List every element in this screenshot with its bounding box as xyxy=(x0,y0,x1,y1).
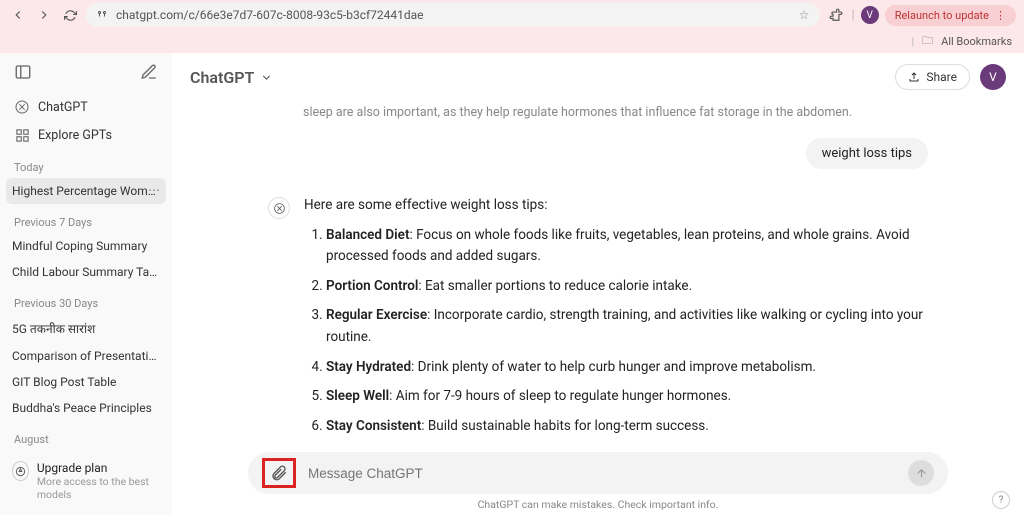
separator: | xyxy=(911,35,914,48)
sidebar-section-label: August xyxy=(0,421,172,450)
model-selector[interactable]: ChatGPT xyxy=(190,68,273,87)
extensions-icon[interactable] xyxy=(826,5,846,25)
url-bar[interactable]: chatgpt.com/c/66e3e7d7-607c-8008-93c5-b3… xyxy=(86,3,820,27)
toggle-sidebar-icon[interactable] xyxy=(14,63,32,81)
previous-assistant-text: sleep are also important, as they help r… xyxy=(268,101,928,138)
tip-item: Sleep Well: Aim for 7-9 hours of sleep t… xyxy=(326,386,928,408)
help-button[interactable]: ? xyxy=(992,491,1010,509)
sidebar: ChatGPT Explore GPTs Today Highest Perce… xyxy=(0,53,172,515)
explore-grid-icon xyxy=(14,127,30,143)
chat-history-item[interactable]: Mindful Coping Summary xyxy=(0,233,172,259)
chat-history-item[interactable]: Highest Percentage Women xyxy=(6,178,166,204)
sidebar-section-label: Previous 30 Days xyxy=(0,285,172,314)
chat-history-item[interactable]: Comparison of Presentation Tool xyxy=(0,343,172,369)
main-area: ChatGPT Share V sleep are also important… xyxy=(172,53,1024,515)
sidebar-section-label: Today xyxy=(0,149,172,178)
tip-item: Stay Consistent: Build sustainable habit… xyxy=(326,416,928,438)
assistant-avatar-icon xyxy=(268,197,290,219)
forward-button[interactable] xyxy=(34,5,54,25)
tip-item: Balanced Diet: Focus on whole foods like… xyxy=(326,225,928,268)
sidebar-nav-chatgpt[interactable]: ChatGPT xyxy=(0,93,172,121)
message-input[interactable] xyxy=(308,466,896,481)
chatgpt-logo-icon xyxy=(14,99,30,115)
site-info-icon[interactable] xyxy=(96,9,108,21)
tip-item: Regular Exercise: Incorporate cardio, st… xyxy=(326,305,928,348)
url-text: chatgpt.com/c/66e3e7d7-607c-8008-93c5-b3… xyxy=(116,8,424,22)
user-message-bubble: weight loss tips xyxy=(806,138,928,169)
all-bookmarks-link[interactable]: All Bookmarks xyxy=(941,35,1012,48)
chat-history-item[interactable]: Buddha's Peace Principles xyxy=(0,395,172,421)
bookmark-star-icon[interactable]: ☆ xyxy=(799,8,810,22)
send-button[interactable] xyxy=(908,460,934,486)
chat-history-item[interactable]: Child Labour Summary Table xyxy=(0,259,172,285)
tip-item: Portion Control: Eat smaller portions to… xyxy=(326,276,928,298)
sidebar-nav-explore[interactable]: Explore GPTs xyxy=(0,121,172,149)
upgrade-plan-button[interactable]: Upgrade plan More access to the best mod… xyxy=(0,451,172,515)
relaunch-button[interactable]: Relaunch to update ⋮ xyxy=(885,5,1016,26)
disclaimer-text: ChatGPT can make mistakes. Check importa… xyxy=(172,494,1024,511)
assistant-intro: Here are some effective weight loss tips… xyxy=(304,195,928,217)
assistant-message: Here are some effective weight loss tips… xyxy=(268,195,928,444)
chevron-down-icon xyxy=(260,71,273,84)
tip-item: Stay Hydrated: Drink plenty of water to … xyxy=(326,357,928,379)
composer xyxy=(248,452,948,494)
back-button[interactable] xyxy=(8,5,28,25)
chat-history-item[interactable]: GIT Blog Post Table xyxy=(0,369,172,395)
relaunch-menu-icon[interactable]: ⋮ xyxy=(995,9,1006,22)
chat-history-item[interactable]: 5G तकनीक सारांश xyxy=(0,314,172,343)
sidebar-section-label: Previous 7 Days xyxy=(0,204,172,233)
upload-icon xyxy=(908,71,920,83)
user-avatar[interactable]: V xyxy=(980,64,1006,90)
bookmarks-folder-icon[interactable]: 🗀 xyxy=(922,32,933,51)
browser-chrome: chatgpt.com/c/66e3e7d7-607c-8008-93c5-b3… xyxy=(0,0,1024,53)
attach-icon[interactable] xyxy=(270,464,288,482)
upgrade-icon xyxy=(12,461,29,481)
reload-button[interactable] xyxy=(60,5,80,25)
browser-profile-avatar[interactable]: V xyxy=(861,6,879,24)
new-chat-icon[interactable] xyxy=(140,63,158,81)
attach-highlight-box xyxy=(262,458,296,488)
separator: | xyxy=(852,8,855,23)
share-button[interactable]: Share xyxy=(895,64,970,90)
